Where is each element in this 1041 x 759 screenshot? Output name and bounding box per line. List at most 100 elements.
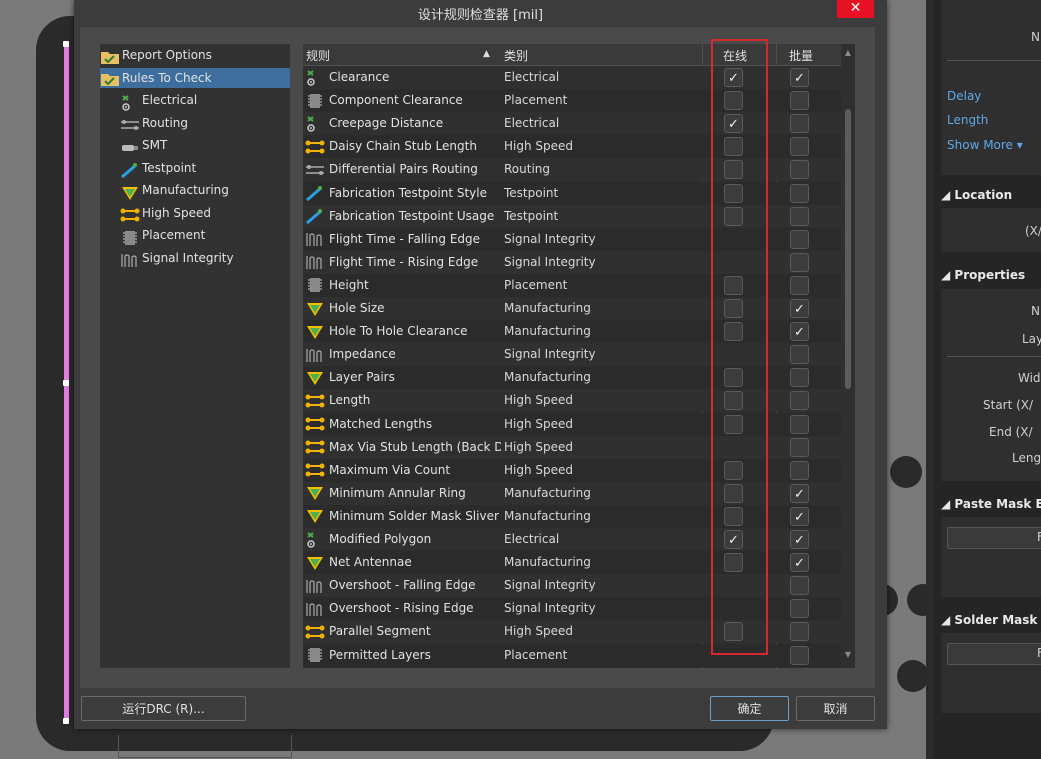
scroll-down-icon[interactable]: ▼: [843, 650, 853, 659]
rule-row[interactable]: Parallel Segment High Speed: [303, 620, 843, 644]
online-checkbox[interactable]: [724, 113, 743, 136]
online-checkbox[interactable]: [724, 414, 743, 434]
close-button[interactable]: ✕: [837, 0, 874, 18]
batch-checkbox[interactable]: [790, 529, 809, 552]
dialog-titlebar[interactable]: 设计规则检查器 [mil] ✕: [74, 0, 887, 25]
tree-item[interactable]: Manufacturing: [120, 180, 229, 200]
rule-row[interactable]: Max Via Stub Length (Back Drilling)High …: [303, 435, 843, 459]
batch-checkbox[interactable]: [790, 345, 809, 365]
tree-item[interactable]: Rules To Check: [100, 67, 290, 88]
tree-item[interactable]: Routing: [120, 113, 188, 133]
tree-item[interactable]: Report Options: [100, 45, 212, 65]
batch-checkbox[interactable]: [790, 67, 809, 90]
online-checkbox[interactable]: [724, 67, 743, 90]
online-checkbox[interactable]: [724, 529, 743, 552]
batch-checkbox[interactable]: [790, 437, 809, 457]
solder-mask-header[interactable]: ◢ Solder Mask Exp: [941, 613, 1041, 627]
paste-mask-header[interactable]: ◢ Paste Mask Expa: [941, 497, 1041, 511]
tree-item[interactable]: SMT: [120, 135, 167, 155]
ok-button[interactable]: 确定: [710, 696, 789, 721]
rule-row[interactable]: Maximum Via Count High Speed: [303, 458, 843, 482]
rule-row[interactable]: Matched Lengths High Speed: [303, 412, 843, 436]
rule-row[interactable]: Creepage Distance Electrical: [303, 112, 843, 136]
online-checkbox[interactable]: [724, 206, 743, 226]
rule-row[interactable]: Daisy Chain Stub Length High Speed: [303, 135, 843, 159]
batch-checkbox[interactable]: [790, 91, 809, 111]
online-checkbox[interactable]: [724, 460, 743, 480]
online-checkbox[interactable]: [724, 183, 743, 203]
batch-checkbox[interactable]: [790, 298, 809, 321]
tree-item[interactable]: High Speed: [120, 203, 211, 223]
properties-header[interactable]: ◢ Properties: [941, 268, 1025, 282]
online-checkbox[interactable]: [724, 622, 743, 642]
batch-checkbox[interactable]: [790, 483, 809, 506]
online-checkbox[interactable]: [724, 483, 743, 503]
col-header-batch[interactable]: 批量: [789, 47, 813, 64]
rule-row[interactable]: Height Placement: [303, 273, 843, 297]
rule-row[interactable]: Minimum Solder Mask Sliver Manufacturing: [303, 504, 843, 529]
tree-item[interactable]: Placement: [120, 225, 205, 245]
online-checkbox[interactable]: [724, 368, 743, 388]
rule-row[interactable]: Clearance Electrical: [303, 66, 843, 90]
batch-checkbox[interactable]: [790, 460, 809, 480]
batch-checkbox[interactable]: [790, 229, 809, 249]
rule-row[interactable]: Hole To Hole Clearance Manufacturing: [303, 320, 843, 344]
rule-row[interactable]: Hole Size Manufacturing: [303, 297, 843, 321]
rule-row[interactable]: Flight Time - Falling Edge Signal Integri…: [303, 227, 843, 251]
online-checkbox[interactable]: [724, 91, 743, 111]
solder-mask-button[interactable]: F: [947, 643, 1041, 665]
batch-checkbox[interactable]: [790, 599, 809, 619]
rule-row[interactable]: Flight Time - Rising Edge Signal Integrit…: [303, 250, 843, 274]
batch-checkbox[interactable]: [790, 321, 809, 344]
batch-checkbox[interactable]: [790, 645, 809, 665]
track-handle-mid[interactable]: [63, 380, 69, 386]
col-header-category[interactable]: 类别: [504, 47, 528, 64]
rule-row[interactable]: Net Antennae Manufacturing: [303, 551, 843, 575]
rule-row[interactable]: Modified Polygon Electrical: [303, 528, 843, 552]
online-checkbox[interactable]: [724, 506, 743, 526]
online-checkbox[interactable]: [724, 391, 743, 411]
col-header-rule[interactable]: 规则: [306, 47, 330, 64]
rule-row[interactable]: Length High Speed: [303, 389, 843, 413]
batch-checkbox[interactable]: [790, 160, 809, 180]
delay-link[interactable]: Delay: [947, 89, 981, 103]
batch-checkbox[interactable]: [790, 506, 809, 529]
scroll-up-icon[interactable]: ▲: [843, 48, 853, 57]
batch-checkbox[interactable]: [790, 275, 809, 295]
show-more-link[interactable]: Show More ▾: [947, 138, 1023, 152]
track-handle-top[interactable]: [63, 41, 69, 47]
run-drc-button[interactable]: 运行DRC (R)...: [81, 696, 246, 721]
online-checkbox[interactable]: [724, 160, 743, 180]
batch-checkbox[interactable]: [790, 114, 809, 134]
tree-item[interactable]: Signal Integrity: [120, 248, 234, 268]
cancel-button[interactable]: 取消: [796, 696, 875, 721]
length-link[interactable]: Length: [947, 113, 988, 127]
rule-row[interactable]: Overshoot - Rising Edge Signal Integrity: [303, 597, 843, 621]
rule-row[interactable]: Impedance Signal Integrity: [303, 343, 843, 367]
paste-mask-button[interactable]: F: [947, 527, 1041, 549]
col-header-online[interactable]: 在线: [723, 47, 747, 64]
online-checkbox[interactable]: [724, 553, 743, 573]
batch-checkbox[interactable]: [790, 252, 809, 272]
rule-row[interactable]: Layer Pairs Manufacturing: [303, 366, 843, 390]
batch-checkbox[interactable]: [790, 183, 809, 203]
online-checkbox[interactable]: [724, 322, 743, 342]
scroll-thumb[interactable]: [845, 109, 851, 389]
online-checkbox[interactable]: [724, 299, 743, 318]
batch-checkbox[interactable]: [790, 622, 809, 642]
batch-checkbox[interactable]: [790, 576, 809, 596]
rule-row[interactable]: Component Clearance Placement: [303, 89, 843, 113]
rule-row[interactable]: Overshoot - Falling Edge Signal Integrity: [303, 574, 843, 598]
online-checkbox[interactable]: [724, 275, 743, 295]
batch-checkbox[interactable]: [790, 552, 809, 575]
track-handle-bottom[interactable]: [63, 718, 69, 724]
batch-checkbox[interactable]: [790, 368, 809, 388]
online-checkbox[interactable]: [724, 137, 743, 157]
grid-scrollbar[interactable]: ▲ ▼: [841, 44, 855, 668]
location-header[interactable]: ◢ Location: [941, 188, 1012, 202]
batch-checkbox[interactable]: [790, 137, 809, 157]
tree-item[interactable]: Electrical: [120, 90, 197, 111]
rule-row[interactable]: Fabrication Testpoint Usage Testpoint: [303, 204, 843, 228]
batch-checkbox[interactable]: [790, 206, 809, 226]
rule-row[interactable]: Fabrication Testpoint Style Testpoint: [303, 181, 843, 205]
